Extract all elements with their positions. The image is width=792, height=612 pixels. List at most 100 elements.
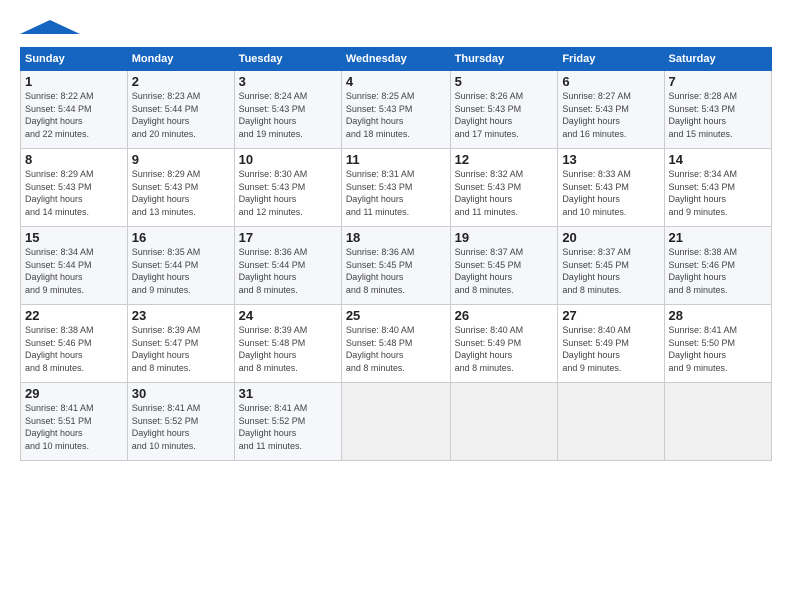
day-info: Sunrise: 8:23 AMSunset: 5:44 PMDaylight … xyxy=(132,91,201,139)
day-cell: 14 Sunrise: 8:34 AMSunset: 5:43 PMDaylig… xyxy=(664,149,772,227)
day-info: Sunrise: 8:39 AMSunset: 5:47 PMDaylight … xyxy=(132,325,201,373)
day-info: Sunrise: 8:29 AMSunset: 5:43 PMDaylight … xyxy=(25,169,94,217)
col-header-thursday: Thursday xyxy=(450,48,558,71)
day-info: Sunrise: 8:27 AMSunset: 5:43 PMDaylight … xyxy=(562,91,631,139)
day-number: 31 xyxy=(239,386,337,401)
day-cell: 24 Sunrise: 8:39 AMSunset: 5:48 PMDaylig… xyxy=(234,305,341,383)
logo-icon xyxy=(20,20,80,34)
week-row-1: 1 Sunrise: 8:22 AMSunset: 5:44 PMDayligh… xyxy=(21,71,772,149)
day-number: 14 xyxy=(669,152,768,167)
day-cell: 28 Sunrise: 8:41 AMSunset: 5:50 PMDaylig… xyxy=(664,305,772,383)
col-header-friday: Friday xyxy=(558,48,664,71)
col-header-monday: Monday xyxy=(127,48,234,71)
day-cell: 22 Sunrise: 8:38 AMSunset: 5:46 PMDaylig… xyxy=(21,305,128,383)
day-number: 11 xyxy=(346,152,446,167)
day-number: 18 xyxy=(346,230,446,245)
day-info: Sunrise: 8:32 AMSunset: 5:43 PMDaylight … xyxy=(455,169,524,217)
day-number: 6 xyxy=(562,74,659,89)
day-info: Sunrise: 8:31 AMSunset: 5:43 PMDaylight … xyxy=(346,169,415,217)
day-info: Sunrise: 8:29 AMSunset: 5:43 PMDaylight … xyxy=(132,169,201,217)
day-number: 30 xyxy=(132,386,230,401)
day-number: 27 xyxy=(562,308,659,323)
day-cell: 2 Sunrise: 8:23 AMSunset: 5:44 PMDayligh… xyxy=(127,71,234,149)
day-number: 2 xyxy=(132,74,230,89)
day-cell: 15 Sunrise: 8:34 AMSunset: 5:44 PMDaylig… xyxy=(21,227,128,305)
day-cell: 26 Sunrise: 8:40 AMSunset: 5:49 PMDaylig… xyxy=(450,305,558,383)
day-number: 29 xyxy=(25,386,123,401)
col-header-sunday: Sunday xyxy=(21,48,128,71)
day-number: 21 xyxy=(669,230,768,245)
day-cell: 9 Sunrise: 8:29 AMSunset: 5:43 PMDayligh… xyxy=(127,149,234,227)
day-number: 3 xyxy=(239,74,337,89)
day-cell: 7 Sunrise: 8:28 AMSunset: 5:43 PMDayligh… xyxy=(664,71,772,149)
day-cell: 4 Sunrise: 8:25 AMSunset: 5:43 PMDayligh… xyxy=(341,71,450,149)
day-info: Sunrise: 8:34 AMSunset: 5:44 PMDaylight … xyxy=(25,247,94,295)
day-cell: 17 Sunrise: 8:36 AMSunset: 5:44 PMDaylig… xyxy=(234,227,341,305)
day-info: Sunrise: 8:41 AMSunset: 5:52 PMDaylight … xyxy=(132,403,201,451)
day-cell: 3 Sunrise: 8:24 AMSunset: 5:43 PMDayligh… xyxy=(234,71,341,149)
header-row: SundayMondayTuesdayWednesdayThursdayFrid… xyxy=(21,48,772,71)
day-info: Sunrise: 8:36 AMSunset: 5:45 PMDaylight … xyxy=(346,247,415,295)
calendar-table: SundayMondayTuesdayWednesdayThursdayFrid… xyxy=(20,47,772,461)
day-number: 4 xyxy=(346,74,446,89)
day-cell: 31 Sunrise: 8:41 AMSunset: 5:52 PMDaylig… xyxy=(234,383,341,461)
day-number: 8 xyxy=(25,152,123,167)
col-header-tuesday: Tuesday xyxy=(234,48,341,71)
day-number: 23 xyxy=(132,308,230,323)
day-info: Sunrise: 8:28 AMSunset: 5:43 PMDaylight … xyxy=(669,91,738,139)
day-number: 25 xyxy=(346,308,446,323)
day-info: Sunrise: 8:38 AMSunset: 5:46 PMDaylight … xyxy=(669,247,738,295)
day-info: Sunrise: 8:26 AMSunset: 5:43 PMDaylight … xyxy=(455,91,524,139)
day-cell: 10 Sunrise: 8:30 AMSunset: 5:43 PMDaylig… xyxy=(234,149,341,227)
day-cell xyxy=(664,383,772,461)
day-info: Sunrise: 8:40 AMSunset: 5:49 PMDaylight … xyxy=(455,325,524,373)
calendar-page: SundayMondayTuesdayWednesdayThursdayFrid… xyxy=(0,0,792,612)
day-cell: 30 Sunrise: 8:41 AMSunset: 5:52 PMDaylig… xyxy=(127,383,234,461)
day-info: Sunrise: 8:24 AMSunset: 5:43 PMDaylight … xyxy=(239,91,308,139)
day-info: Sunrise: 8:33 AMSunset: 5:43 PMDaylight … xyxy=(562,169,631,217)
day-cell: 25 Sunrise: 8:40 AMSunset: 5:48 PMDaylig… xyxy=(341,305,450,383)
day-number: 13 xyxy=(562,152,659,167)
day-number: 10 xyxy=(239,152,337,167)
day-number: 19 xyxy=(455,230,554,245)
day-info: Sunrise: 8:38 AMSunset: 5:46 PMDaylight … xyxy=(25,325,94,373)
day-cell: 13 Sunrise: 8:33 AMSunset: 5:43 PMDaylig… xyxy=(558,149,664,227)
day-info: Sunrise: 8:30 AMSunset: 5:43 PMDaylight … xyxy=(239,169,308,217)
day-number: 17 xyxy=(239,230,337,245)
day-info: Sunrise: 8:40 AMSunset: 5:48 PMDaylight … xyxy=(346,325,415,373)
day-number: 16 xyxy=(132,230,230,245)
day-info: Sunrise: 8:25 AMSunset: 5:43 PMDaylight … xyxy=(346,91,415,139)
day-info: Sunrise: 8:34 AMSunset: 5:43 PMDaylight … xyxy=(669,169,738,217)
day-number: 22 xyxy=(25,308,123,323)
day-cell: 29 Sunrise: 8:41 AMSunset: 5:51 PMDaylig… xyxy=(21,383,128,461)
col-header-saturday: Saturday xyxy=(664,48,772,71)
day-cell: 21 Sunrise: 8:38 AMSunset: 5:46 PMDaylig… xyxy=(664,227,772,305)
day-info: Sunrise: 8:22 AMSunset: 5:44 PMDaylight … xyxy=(25,91,94,139)
day-cell: 11 Sunrise: 8:31 AMSunset: 5:43 PMDaylig… xyxy=(341,149,450,227)
day-cell xyxy=(450,383,558,461)
day-cell: 16 Sunrise: 8:35 AMSunset: 5:44 PMDaylig… xyxy=(127,227,234,305)
day-info: Sunrise: 8:41 AMSunset: 5:50 PMDaylight … xyxy=(669,325,738,373)
day-cell: 1 Sunrise: 8:22 AMSunset: 5:44 PMDayligh… xyxy=(21,71,128,149)
day-cell: 27 Sunrise: 8:40 AMSunset: 5:49 PMDaylig… xyxy=(558,305,664,383)
day-cell: 19 Sunrise: 8:37 AMSunset: 5:45 PMDaylig… xyxy=(450,227,558,305)
day-number: 12 xyxy=(455,152,554,167)
day-cell: 18 Sunrise: 8:36 AMSunset: 5:45 PMDaylig… xyxy=(341,227,450,305)
week-row-3: 15 Sunrise: 8:34 AMSunset: 5:44 PMDaylig… xyxy=(21,227,772,305)
logo xyxy=(20,20,80,39)
day-info: Sunrise: 8:40 AMSunset: 5:49 PMDaylight … xyxy=(562,325,631,373)
day-number: 20 xyxy=(562,230,659,245)
day-info: Sunrise: 8:37 AMSunset: 5:45 PMDaylight … xyxy=(455,247,524,295)
week-row-5: 29 Sunrise: 8:41 AMSunset: 5:51 PMDaylig… xyxy=(21,383,772,461)
week-row-2: 8 Sunrise: 8:29 AMSunset: 5:43 PMDayligh… xyxy=(21,149,772,227)
day-info: Sunrise: 8:35 AMSunset: 5:44 PMDaylight … xyxy=(132,247,201,295)
day-number: 1 xyxy=(25,74,123,89)
day-number: 7 xyxy=(669,74,768,89)
day-cell xyxy=(558,383,664,461)
day-cell: 6 Sunrise: 8:27 AMSunset: 5:43 PMDayligh… xyxy=(558,71,664,149)
week-row-4: 22 Sunrise: 8:38 AMSunset: 5:46 PMDaylig… xyxy=(21,305,772,383)
day-cell: 8 Sunrise: 8:29 AMSunset: 5:43 PMDayligh… xyxy=(21,149,128,227)
day-cell xyxy=(341,383,450,461)
day-cell: 5 Sunrise: 8:26 AMSunset: 5:43 PMDayligh… xyxy=(450,71,558,149)
day-number: 24 xyxy=(239,308,337,323)
